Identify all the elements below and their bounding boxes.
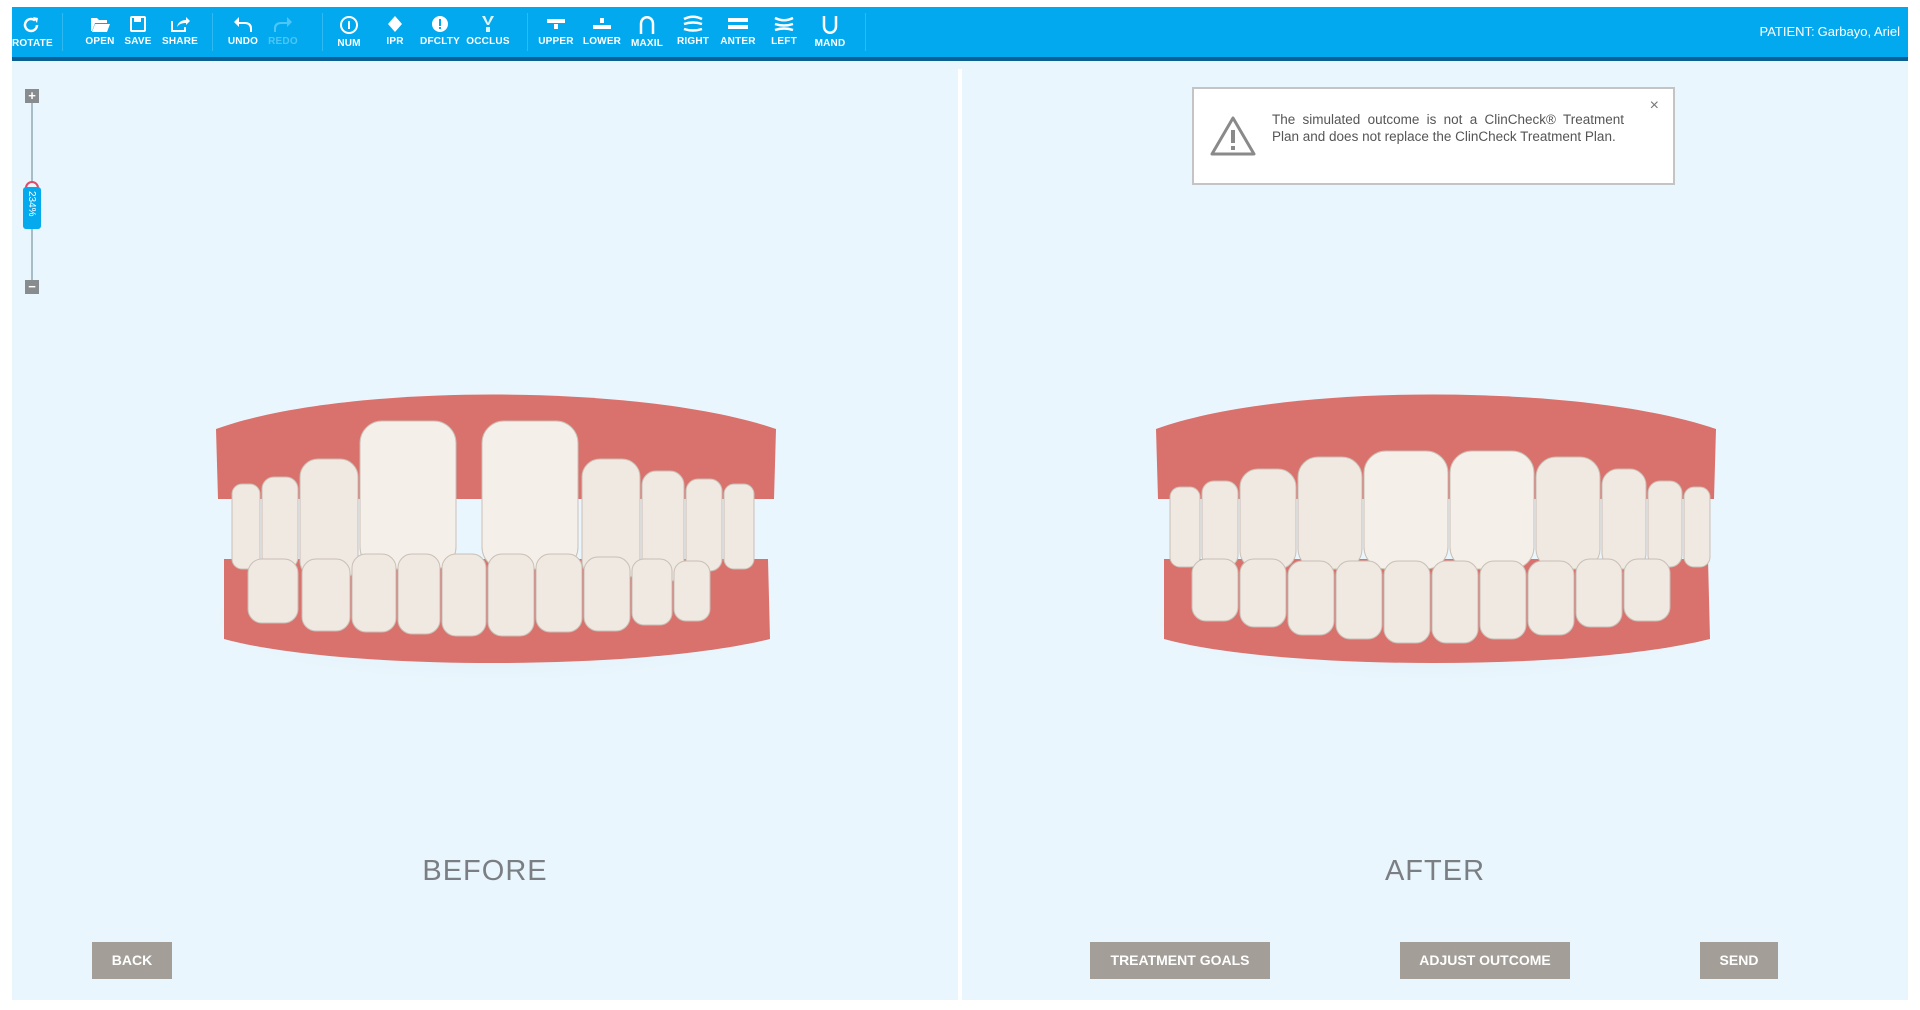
redo-label: REDO [268, 36, 298, 47]
lower-jaw-icon [593, 18, 611, 29]
diamond-icon [388, 16, 402, 32]
rotate-icon [23, 17, 39, 33]
close-icon[interactable]: × [1650, 97, 1659, 115]
toolbar-separator [865, 13, 866, 51]
upper-jaw-icon [547, 19, 565, 29]
occlusion-icon [482, 16, 494, 32]
open-button[interactable]: OPEN [82, 7, 118, 57]
folder-open-icon [91, 18, 110, 32]
redo-icon [274, 17, 292, 32]
mandibular-arch-icon [822, 16, 838, 34]
mandibular-label: MAND [814, 38, 846, 49]
toolbar-separator [212, 13, 213, 51]
maxillary-button[interactable]: MAXIL [627, 7, 667, 57]
ipr-button[interactable]: IPR [380, 7, 410, 57]
toolbar-separator [527, 13, 528, 51]
zoom-level-value: 234% [26, 191, 37, 217]
save-button[interactable]: SAVE [124, 7, 152, 57]
disclaimer-notice: The simulated outcome is not a ClinCheck… [1192, 87, 1675, 185]
save-label: SAVE [124, 36, 152, 47]
mandibular-button[interactable]: MAND [809, 7, 851, 57]
right-view-button[interactable]: RIGHT [673, 7, 713, 57]
ipr-label: IPR [386, 36, 404, 47]
toolbar: ROTATE OPEN SAVE SHARE UNDO REDO NUM IPR… [12, 7, 1908, 61]
left-view-icon [774, 16, 794, 32]
difficulty-button[interactable]: DFCLTY [419, 7, 461, 57]
app-frame: ROTATE OPEN SAVE SHARE UNDO REDO NUM IPR… [12, 7, 1908, 1000]
lower-button[interactable]: LOWER [581, 7, 623, 57]
anterior-view-button[interactable]: ANTER [718, 7, 758, 57]
exclamation-icon [432, 16, 448, 32]
treatment-goals-button[interactable]: TREATMENT GOALS [1090, 942, 1270, 979]
maxillary-arch-icon [639, 16, 655, 34]
toolbar-separator [62, 13, 63, 51]
occlusion-label: OCCLUS [466, 36, 510, 47]
difficulty-label: DFCLTY [420, 36, 460, 47]
before-teeth-model[interactable] [192, 389, 792, 689]
lower-label: LOWER [582, 36, 622, 47]
save-icon [130, 16, 146, 32]
upper-label: UPPER [538, 36, 574, 47]
rotate-button[interactable]: ROTATE [12, 7, 53, 57]
after-panel: AFTER TREATMENT GOALS ADJUST OUTCOME SEN… [962, 69, 1908, 1000]
disclaimer-text: The simulated outcome is not a ClinCheck… [1272, 112, 1624, 144]
undo-button[interactable]: UNDO [226, 7, 260, 57]
patient-label: PATIENT: [1759, 24, 1815, 39]
anterior-view-label: ANTER [720, 36, 756, 47]
anterior-view-icon [728, 18, 748, 29]
back-button[interactable]: BACK [92, 942, 172, 979]
share-button[interactable]: SHARE [160, 7, 200, 57]
warning-icon [1210, 116, 1256, 156]
right-view-icon [683, 15, 703, 32]
occlusion-button[interactable]: OCCLUS [466, 7, 510, 57]
undo-label: UNDO [227, 36, 259, 47]
share-icon [171, 17, 190, 32]
send-button[interactable]: SEND [1700, 942, 1778, 979]
zoom-level-tag[interactable]: 234% [23, 187, 41, 229]
upper-button[interactable]: UPPER [536, 7, 576, 57]
patient-name: Garbayo, Ariel [1817, 24, 1900, 39]
adjust-outcome-button[interactable]: ADJUST OUTCOME [1400, 942, 1570, 979]
left-view-label: LEFT [771, 36, 797, 47]
after-teeth-model[interactable] [1132, 389, 1732, 689]
zoom-in-button[interactable]: + [25, 89, 39, 103]
number-icon [340, 16, 358, 34]
redo-button[interactable]: REDO [266, 7, 300, 57]
share-label: SHARE [161, 36, 198, 47]
undo-icon [234, 17, 252, 32]
open-label: OPEN [85, 36, 115, 47]
rotate-label: ROTATE [12, 38, 53, 49]
left-view-button[interactable]: LEFT [764, 7, 804, 57]
maxillary-label: MAXIL [630, 38, 664, 49]
patient-info: PATIENT: Garbayo, Ariel [1756, 24, 1900, 39]
num-button[interactable]: NUM [334, 7, 364, 57]
right-view-label: RIGHT [676, 36, 710, 47]
num-label: NUM [337, 38, 361, 49]
toolbar-separator [322, 13, 323, 51]
zoom-out-button[interactable]: − [25, 280, 39, 294]
before-panel: BEFORE BACK [12, 69, 958, 1000]
before-caption: BEFORE [422, 855, 548, 887]
after-caption: AFTER [1384, 855, 1486, 887]
